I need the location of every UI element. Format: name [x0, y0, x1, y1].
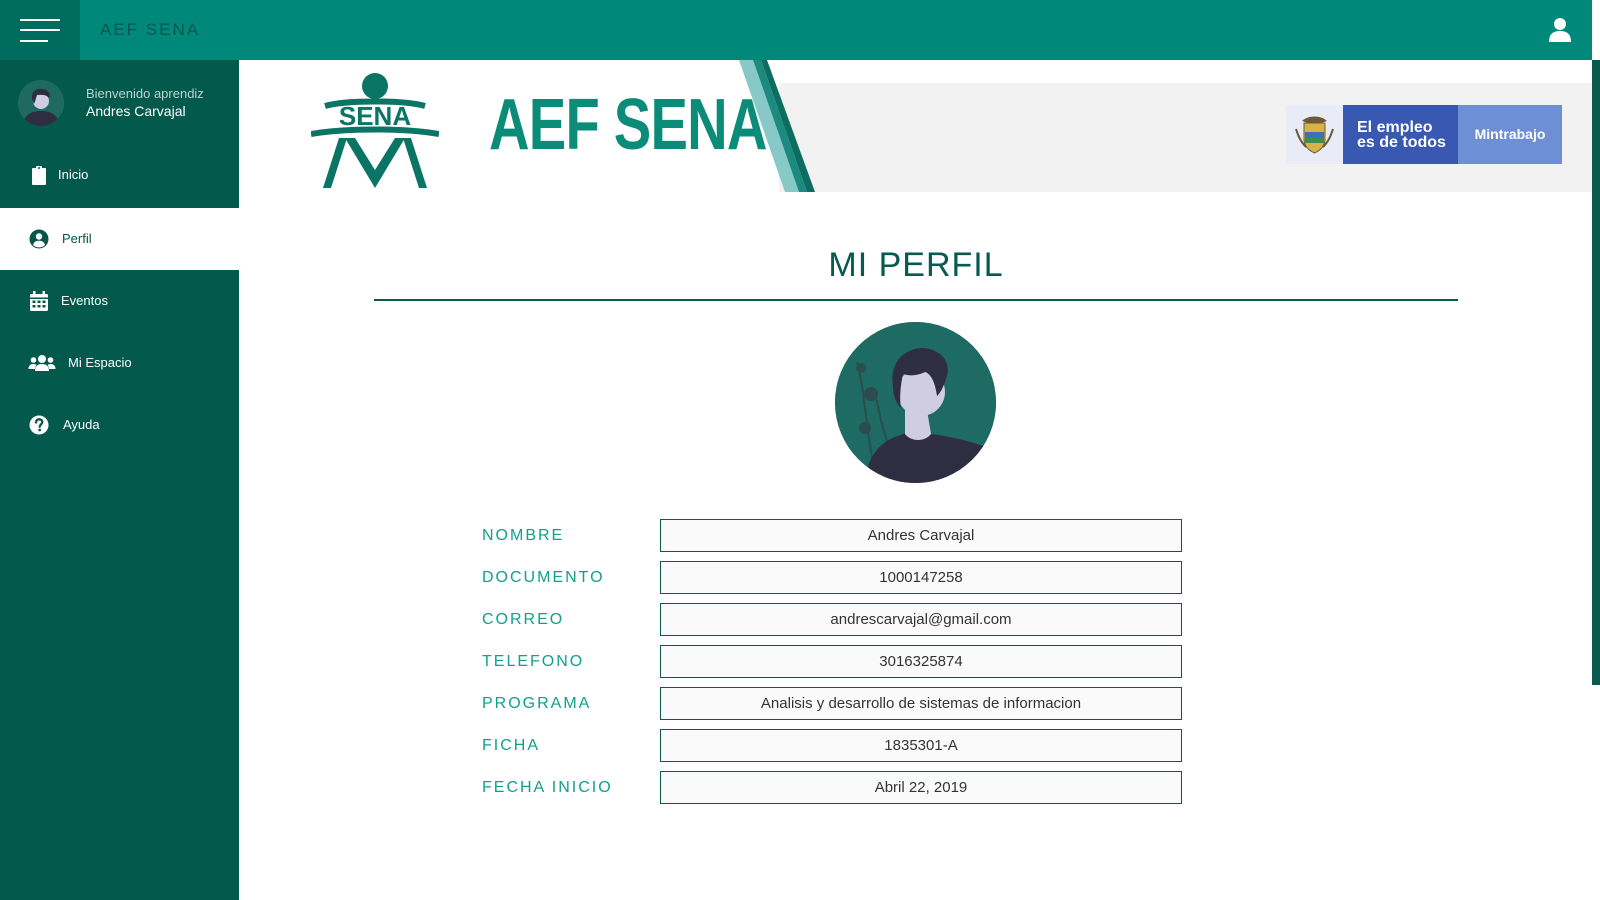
- top-bar: AEF SENA: [0, 0, 1592, 60]
- field-row-fecha-inicio: FECHA INICIO: [482, 771, 1182, 804]
- sidebar-item-label: Inicio: [58, 167, 89, 182]
- user-circle-icon: [28, 228, 50, 250]
- field-label: FECHA INICIO: [482, 779, 613, 796]
- page-title: MI PERFIL: [828, 246, 1004, 284]
- coat-of-arms-icon: [1286, 105, 1343, 164]
- scrollbar-thumb[interactable]: [1592, 60, 1600, 685]
- profile-avatar: [835, 322, 996, 483]
- welcome-greeting: Bienvenido aprendiz: [86, 86, 204, 101]
- welcome-block: Bienvenido aprendiz Andres Carvajal: [18, 80, 233, 126]
- programa-field[interactable]: [660, 687, 1182, 720]
- sidebar-item-label: Perfil: [62, 231, 92, 246]
- users-icon: [28, 352, 56, 374]
- field-label: DOCUMENTO: [482, 569, 605, 586]
- menu-bar-3: [20, 40, 48, 42]
- banner-title: AEF SENA: [489, 85, 767, 165]
- sidebar-item-eventos[interactable]: Eventos: [0, 270, 239, 332]
- hamburger-menu-button[interactable]: [0, 0, 80, 60]
- field-label: CORREO: [482, 611, 565, 628]
- sidebar: Bienvenido aprendiz Andres Carvajal Inic…: [0, 60, 239, 900]
- sidebar-item-label: Ayuda: [63, 417, 100, 432]
- sidebar-item-label: Mi Espacio: [68, 355, 132, 370]
- field-row-ficha: FICHA: [482, 729, 1182, 762]
- field-row-telefono: TELEFONO: [482, 645, 1182, 678]
- ficha-field[interactable]: [660, 729, 1182, 762]
- question-circle-icon: [28, 414, 50, 436]
- menu-bar-2: [20, 29, 60, 31]
- documento-field[interactable]: [660, 561, 1182, 594]
- clipboard-icon: [28, 164, 50, 186]
- nombre-field[interactable]: [660, 519, 1182, 552]
- field-label: TELEFONO: [482, 653, 585, 670]
- sidebar-item-ayuda[interactable]: Ayuda: [0, 394, 239, 456]
- sidebar-item-label: Eventos: [61, 293, 108, 308]
- telefono-field[interactable]: [660, 645, 1182, 678]
- field-row-documento: DOCUMENTO: [482, 561, 1182, 594]
- sidebar-item-inicio[interactable]: Inicio: [0, 144, 239, 206]
- correo-field[interactable]: [660, 603, 1182, 636]
- sena-logo: SENA: [311, 73, 439, 188]
- sena-logo-text: SENA: [339, 101, 411, 131]
- field-row-nombre: NOMBRE: [482, 519, 1182, 552]
- sidebar-item-mi-espacio[interactable]: Mi Espacio: [0, 332, 239, 394]
- title-divider: [374, 299, 1458, 301]
- fecha-inicio-field[interactable]: [660, 771, 1182, 804]
- gov-logo: El empleo es de todos Mintrabajo: [1286, 105, 1562, 164]
- sidebar-item-perfil[interactable]: Perfil: [0, 208, 239, 270]
- user-account-icon[interactable]: [1548, 17, 1572, 43]
- field-label: PROGRAMA: [482, 695, 592, 712]
- avatar: [18, 80, 64, 126]
- header-banner: SENA AEF SENA El empleo es de todos Mint…: [239, 60, 1592, 192]
- menu-bar-1: [20, 19, 60, 21]
- gov-slogan: El empleo es de todos: [1343, 105, 1458, 164]
- field-row-correo: CORREO: [482, 603, 1182, 636]
- field-label: NOMBRE: [482, 527, 565, 544]
- field-label: FICHA: [482, 737, 540, 754]
- field-row-programa: PROGRAMA: [482, 687, 1182, 720]
- sidebar-user-name: Andres Carvajal: [86, 103, 186, 119]
- app-title: AEF SENA: [100, 20, 201, 39]
- ministry-name: Mintrabajo: [1458, 105, 1562, 164]
- calendar-icon: [28, 290, 50, 312]
